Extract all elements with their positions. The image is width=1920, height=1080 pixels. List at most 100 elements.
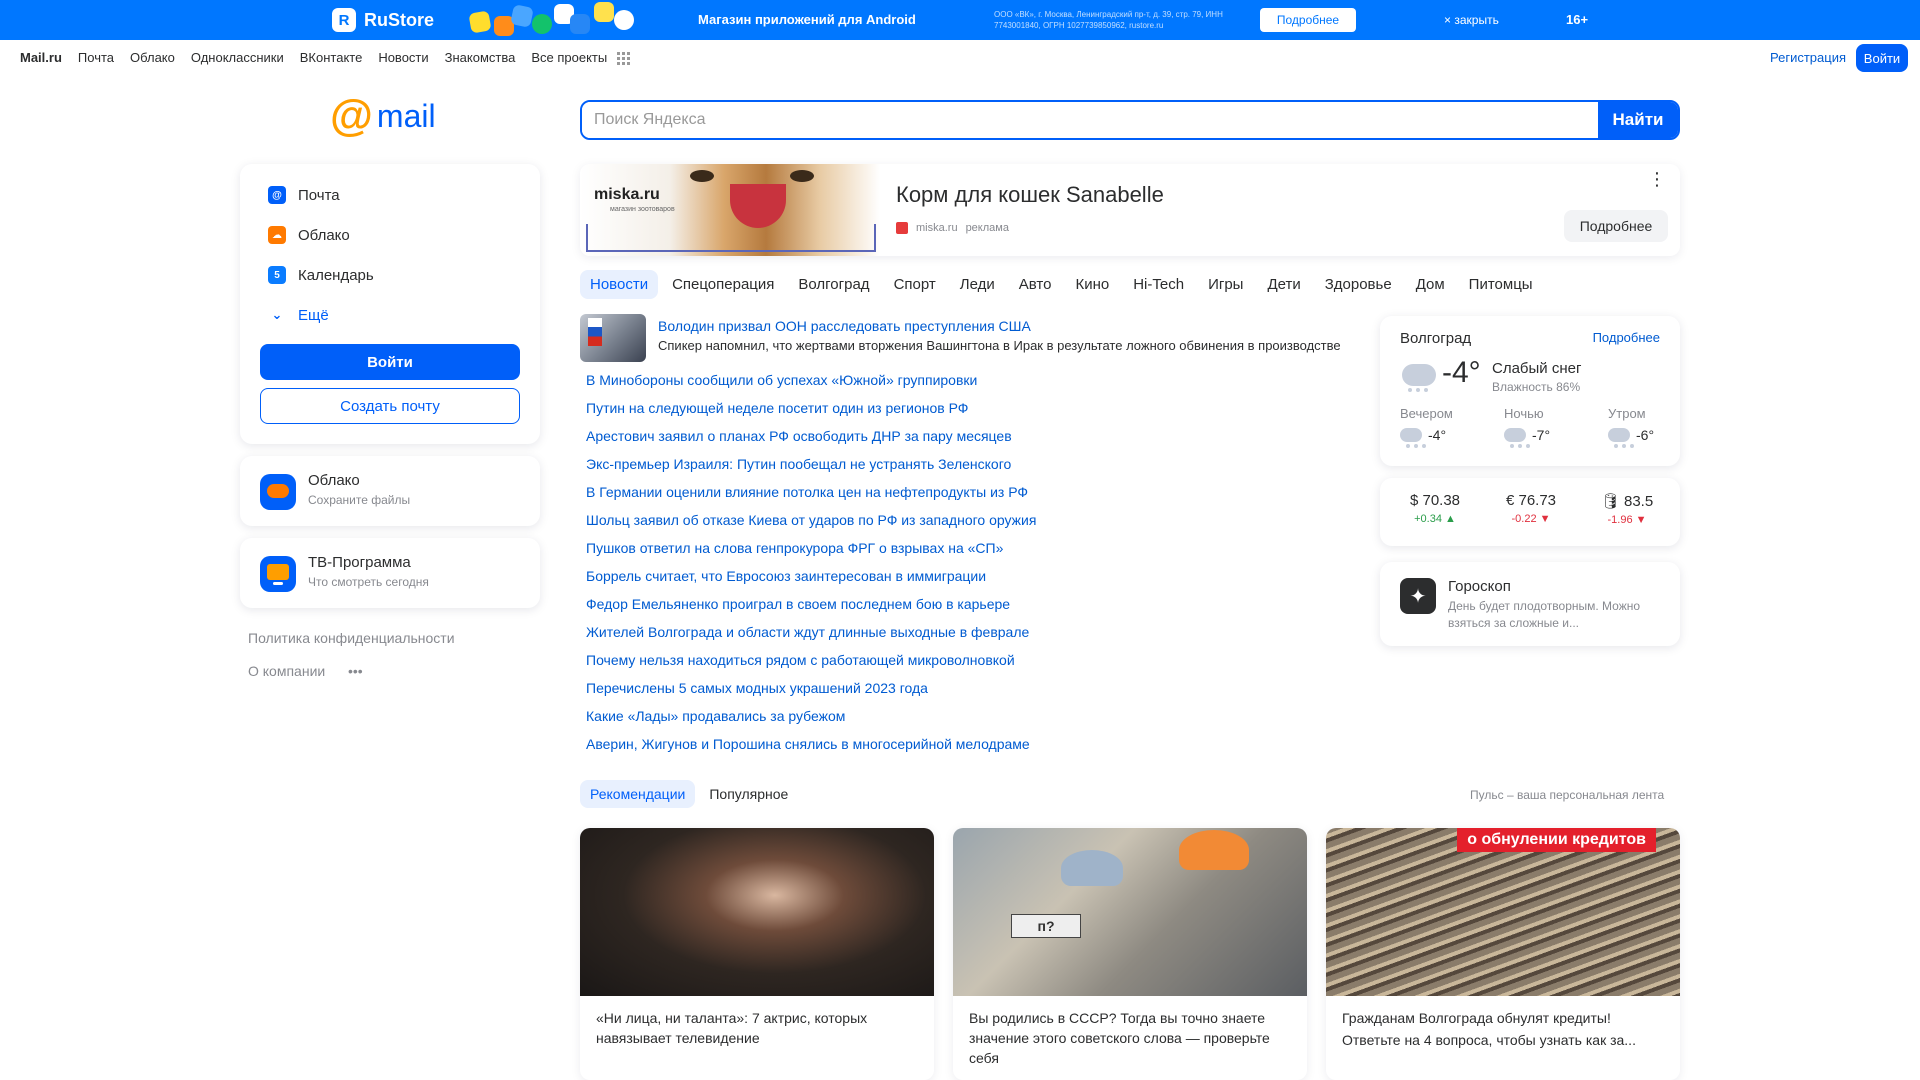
rates-widget[interactable]: $ 70.38 +0.34 ▲ € 76.73 -0.22 ▼ 🛢 83.5 -… (1380, 478, 1680, 546)
top-news-item[interactable]: Володин призвал ООН расследовать преступ… (580, 314, 1360, 362)
portal-link-news[interactable]: Новости (378, 50, 428, 65)
tab-cinema[interactable]: Кино (1065, 270, 1119, 299)
portal-link-mail[interactable]: Почта (78, 50, 114, 65)
russian-flag-icon (588, 318, 602, 346)
rustore-tagline: Магазин приложений для Android (698, 12, 916, 27)
search-box: Найти (580, 100, 1680, 140)
tab-kids[interactable]: Дети (1257, 270, 1310, 299)
tab-volgograd[interactable]: Волгоград (788, 270, 879, 299)
tab-games[interactable]: Игры (1198, 270, 1253, 299)
feed-card[interactable]: п? Вы родились в СССР? Тогда вы точно зн… (953, 828, 1307, 1080)
rate-oil[interactable]: 🛢 83.5 -1.96 ▼ (1582, 492, 1672, 526)
login-button[interactable]: Войти (260, 344, 520, 380)
feed-card[interactable]: о обнулении кредитов Гражданам Волгоград… (1326, 828, 1680, 1080)
news-item[interactable]: Путин на следующей неделе посетит один и… (586, 398, 1036, 426)
tab-pets[interactable]: Питомцы (1459, 270, 1543, 299)
search-button[interactable]: Найти (1598, 102, 1678, 138)
ad-label: реклама (965, 222, 1009, 234)
service-more[interactable]: ⌄ Ещё (268, 306, 329, 324)
feed-card-image (580, 828, 934, 996)
portal-link-all-projects[interactable]: Все проекты (531, 50, 607, 65)
tab-hitech[interactable]: Hi-Tech (1123, 270, 1194, 299)
tab-special-operation[interactable]: Спецоперация (662, 270, 784, 299)
tv-promo-subtitle: Что смотреть сегодня (308, 575, 429, 589)
pulse-note[interactable]: Пульс – ваша персональная лента (1470, 788, 1664, 802)
ad-more-button[interactable]: Подробнее (1564, 210, 1668, 242)
weather-night-temp: -7° (1532, 427, 1551, 443)
news-item[interactable]: Перечислены 5 самых модных украшений 202… (586, 678, 1036, 706)
news-item[interactable]: Жителей Волгограда и области ждут длинны… (586, 622, 1036, 650)
weather-widget[interactable]: Волгоград Подробнее -4° Слабый снег Влаж… (1380, 316, 1680, 466)
calendar-icon: 5 (268, 266, 286, 284)
cloud-promo-subtitle: Сохраните файлы (308, 493, 411, 507)
rustore-banner[interactable]: R RuStore Магазин приложений для Android… (0, 0, 1920, 40)
portal-link-cloud[interactable]: Облако (130, 50, 175, 65)
horoscope-widget[interactable]: ✦ Гороскоп День будет плодотворным. Можн… (1380, 562, 1680, 646)
chevron-down-icon: ⌄ (271, 307, 283, 322)
news-item[interactable]: Какие «Лады» продавались за рубежом (586, 706, 1036, 734)
cloud-promo-title: Облако (308, 472, 360, 489)
service-mail[interactable]: @ Почта (268, 186, 340, 204)
rustore-close-button[interactable]: × закрыть (1444, 13, 1499, 27)
tab-health[interactable]: Здоровье (1315, 270, 1402, 299)
weather-morning-temp: -6° (1636, 427, 1655, 443)
news-item[interactable]: Федор Емельяненко проиграл в своем после… (586, 594, 1036, 622)
portal-login-button[interactable]: Войти (1856, 44, 1908, 72)
news-item[interactable]: Аверин, Жигунов и Порошина снялись в мно… (586, 734, 1036, 762)
service-cloud[interactable]: ☁ Облако (268, 226, 350, 244)
feed-card-subtitle: Ответьте на 4 вопроса, чтобы узнать как … (1342, 1032, 1636, 1048)
portal-link-dating[interactable]: Знакомства (445, 50, 516, 65)
news-item[interactable]: В Германии оценили влияние потолка цен н… (586, 482, 1036, 510)
more-dots-icon[interactable]: ••• (348, 663, 363, 679)
news-item[interactable]: Пушков ответил на слова генпрокурора ФРГ… (586, 538, 1036, 566)
at-icon: @ (268, 186, 286, 204)
feed-card[interactable]: «Ни лица, ни таланта»: 7 актрис, которых… (580, 828, 934, 1080)
cloud-promo-card[interactable]: Облако Сохраните файлы (240, 456, 540, 526)
logo-word: mail (376, 97, 436, 134)
rate-usd-value: 70.38 (1422, 492, 1461, 509)
tab-recommendations[interactable]: Рекомендации (580, 780, 696, 808)
tab-news[interactable]: Новости (580, 270, 659, 299)
weather-night-label: Ночью (1504, 406, 1544, 421)
feed-card-tag: о обнулении кредитов (1457, 828, 1656, 852)
news-item[interactable]: Почему нельзя находиться рядом с работаю… (586, 650, 1036, 678)
rate-eur[interactable]: € 76.73 -0.22 ▼ (1486, 492, 1576, 525)
snow-cloud-icon (1504, 428, 1526, 448)
snow-cloud-icon (1400, 428, 1422, 448)
about-link[interactable]: О компании (248, 663, 325, 679)
ad-menu-icon[interactable]: ⋮ (1648, 170, 1666, 188)
rate-usd[interactable]: $ 70.38 +0.34 ▲ (1390, 492, 1480, 525)
snow-cloud-icon (1402, 364, 1436, 392)
apps-grid-icon[interactable] (617, 52, 631, 65)
tab-sport[interactable]: Спорт (884, 270, 946, 299)
news-item[interactable]: Экс-премьер Израиля: Путин пообещал не у… (586, 454, 1036, 482)
ad-source: miska.ru реклама (896, 222, 1009, 234)
register-link[interactable]: Регистрация (1770, 50, 1846, 65)
weather-night: Ночью -7° (1504, 406, 1584, 448)
services-card: @ Почта ☁ Облако 5 Календарь ⌄ Ещё Войти… (240, 164, 540, 444)
rate-eur-value: 76.73 (1518, 492, 1557, 509)
news-item[interactable]: Боррель считает, что Евросоюз заинтересо… (586, 566, 1036, 594)
search-input[interactable] (582, 102, 1598, 138)
tab-lady[interactable]: Леди (950, 270, 1005, 299)
create-mail-button[interactable]: Создать почту (260, 388, 520, 424)
portal-link-mailru[interactable]: Mail.ru (20, 50, 62, 65)
portal-link-vk[interactable]: ВКонтакте (300, 50, 363, 65)
tab-popular[interactable]: Популярное (699, 780, 798, 808)
ad-banner[interactable]: miska.ru магазин зоотоваров Корм для кош… (580, 164, 1680, 256)
news-item[interactable]: В Минобороны сообщили об успехах «Южной»… (586, 370, 1036, 398)
privacy-link[interactable]: Политика конфиденциальности (248, 630, 455, 646)
service-cloud-label: Облако (298, 226, 350, 244)
news-item[interactable]: Арестович заявил о планах РФ освободить … (586, 426, 1036, 454)
tv-promo-card[interactable]: ТВ-Программа Что смотреть сегодня (240, 538, 540, 608)
tab-auto[interactable]: Авто (1009, 270, 1062, 299)
mail-logo[interactable]: @ mail (330, 94, 436, 138)
weather-more-link[interactable]: Подробнее (1593, 330, 1660, 345)
rustore-more-button[interactable]: Подробнее (1260, 8, 1356, 32)
weather-evening-temp: -4° (1428, 427, 1447, 443)
tab-home[interactable]: Дом (1406, 270, 1455, 299)
news-item[interactable]: Шольц заявил об отказе Киева от ударов п… (586, 510, 1036, 538)
portal-link-ok[interactable]: Одноклассники (191, 50, 284, 65)
service-calendar[interactable]: 5 Календарь (268, 266, 374, 284)
top-news-headline[interactable]: Володин призвал ООН расследовать преступ… (658, 318, 1031, 334)
